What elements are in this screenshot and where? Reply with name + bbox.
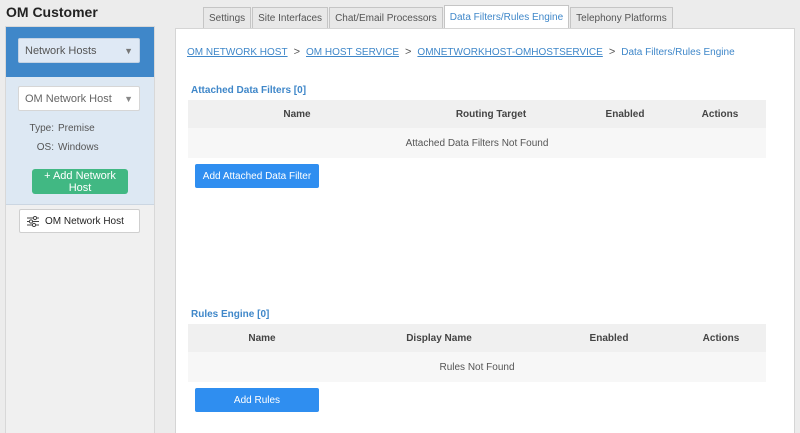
column-header-routing-target: Routing Target — [455, 108, 527, 120]
data-filters-empty-text: Attached Data Filters Not Found — [405, 137, 549, 149]
rules-engine-empty-text: Rules Not Found — [439, 361, 515, 373]
network-hosts-select[interactable]: Network Hosts ▼ — [18, 38, 140, 63]
sliders-icon — [27, 215, 39, 227]
column-header-name: Name — [283, 108, 311, 120]
chevron-down-icon: ▼ — [124, 93, 133, 104]
network-hosts-select-value: Network Hosts — [25, 44, 97, 57]
breadcrumb-link-om-network-host[interactable]: OM NETWORK HOST — [187, 47, 288, 58]
tab-chat-email-processors[interactable]: Chat/Email Processors — [329, 7, 443, 28]
add-rules-button[interactable]: Add Rules — [195, 388, 319, 412]
data-filters-table-header: Name Routing Target Enabled Actions — [188, 100, 766, 128]
column-header-actions: Actions — [702, 332, 740, 344]
add-attached-data-filter-button[interactable]: Add Attached Data Filter — [195, 164, 319, 188]
tab-telephony-platforms[interactable]: Telephony Platforms — [570, 7, 673, 28]
host-details-panel: OM Network Host ▼ Type: Premise OS: Wind… — [6, 77, 154, 205]
rules-engine-table-header: Name Display Name Enabled Actions — [188, 324, 766, 352]
tab-bar: Settings Site Interfaces Chat/Email Proc… — [203, 5, 674, 29]
add-network-host-button[interactable]: + Add Network Host — [32, 169, 128, 194]
rules-engine-empty-row: Rules Not Found — [188, 352, 766, 382]
type-value: Premise — [58, 123, 95, 134]
os-label: OS: — [36, 142, 54, 153]
breadcrumb-separator: > — [404, 46, 412, 58]
breadcrumb-link-omnetworkhost-omhostservice[interactable]: OMNETWORKHOST-OMHOSTSERVICE — [417, 47, 602, 58]
rules-engine-title: Rules Engine [0] — [191, 309, 270, 320]
host-card-label: OM Network Host — [45, 215, 124, 227]
sidebar-header: Network Hosts ▼ — [6, 27, 154, 77]
data-filters-title: Attached Data Filters [0] — [191, 85, 307, 96]
breadcrumb-separator: > — [608, 46, 616, 58]
breadcrumb-link-om-host-service[interactable]: OM HOST SERVICE — [306, 47, 399, 58]
column-header-display-name: Display Name — [406, 332, 472, 344]
host-type-row: Type: Premise — [28, 123, 142, 134]
column-header-enabled: Enabled — [589, 332, 629, 344]
tab-data-filters-rules-engine[interactable]: Data Filters/Rules Engine — [443, 5, 570, 29]
breadcrumb-separator: > — [293, 46, 300, 58]
sidebar: Network Hosts ▼ OM Network Host ▼ Type: … — [5, 26, 155, 433]
column-header-enabled: Enabled — [605, 108, 645, 120]
app-title: OM Customer — [6, 4, 98, 20]
column-header-name: Name — [248, 332, 276, 344]
breadcrumb-current: Data Filters/Rules Engine — [621, 46, 735, 58]
rules-engine-table: Name Display Name Enabled Actions Rules … — [188, 324, 766, 382]
tab-settings[interactable]: Settings — [203, 7, 252, 28]
data-filters-table: Name Routing Target Enabled Actions Atta… — [188, 100, 766, 158]
os-value: Windows — [58, 142, 99, 153]
column-header-actions: Actions — [701, 108, 739, 120]
host-card-om-network-host[interactable]: OM Network Host — [19, 209, 140, 233]
type-label: Type: — [29, 123, 54, 134]
breadcrumb: OM NETWORK HOST > OM HOST SERVICE > OMNE… — [187, 46, 735, 58]
host-os-row: OS: Windows — [28, 142, 142, 153]
main-panel: OM NETWORK HOST > OM HOST SERVICE > OMNE… — [175, 28, 795, 433]
host-select-value: OM Network Host — [25, 92, 112, 105]
chevron-down-icon: ▼ — [124, 45, 133, 56]
data-filters-empty-row: Attached Data Filters Not Found — [188, 128, 766, 158]
host-select[interactable]: OM Network Host ▼ — [18, 86, 140, 111]
tab-site-interfaces[interactable]: Site Interfaces — [252, 7, 329, 28]
